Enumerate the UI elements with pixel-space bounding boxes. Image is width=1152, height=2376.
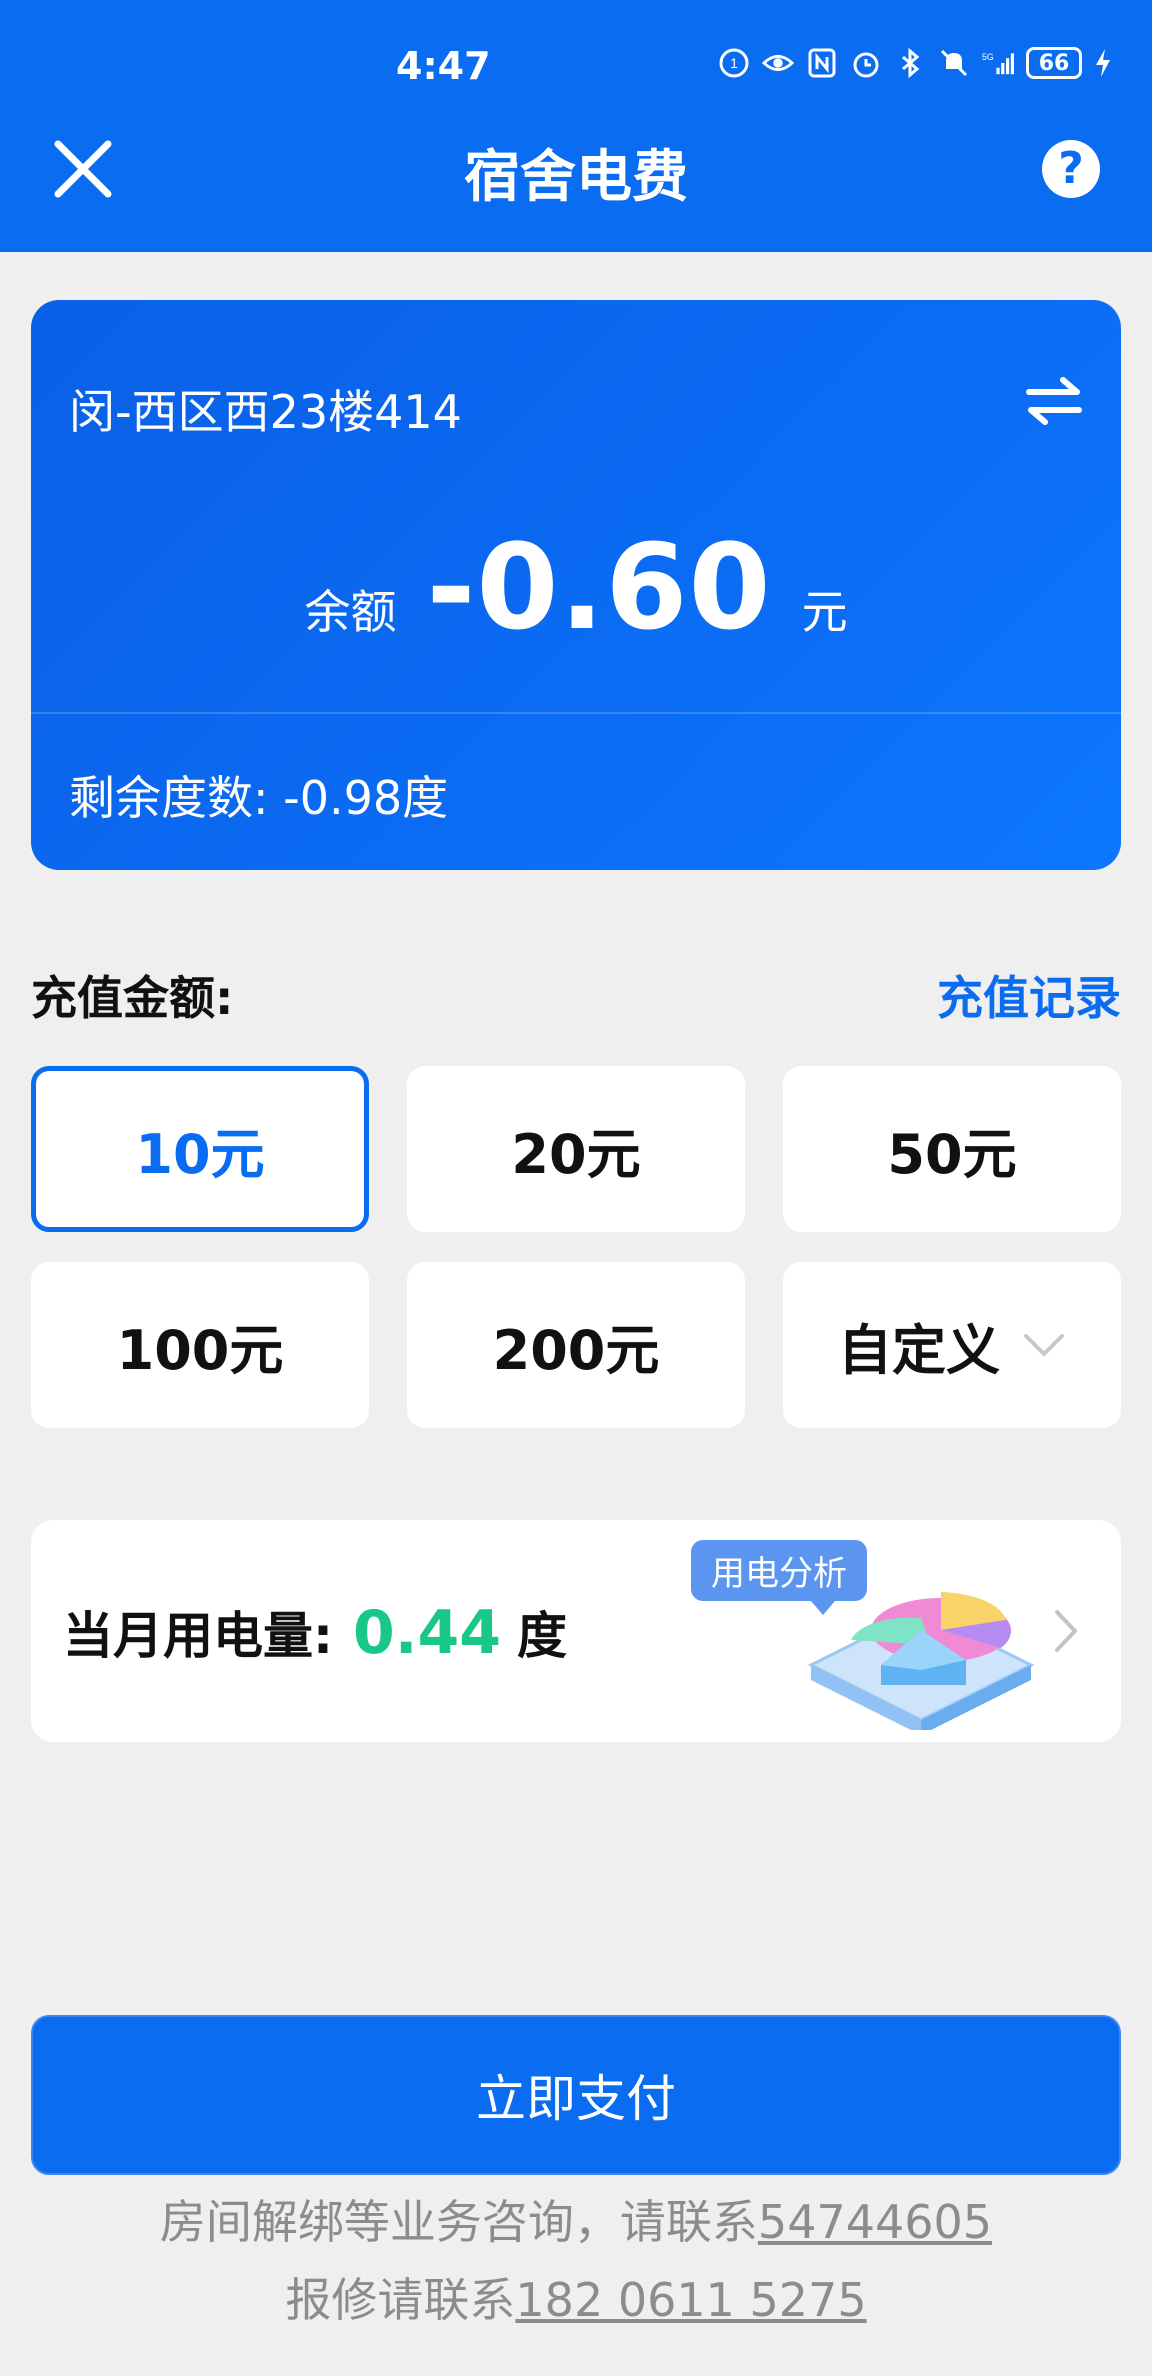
page-title: 宿舍电费 — [464, 145, 688, 210]
amount-option-label: 自定义 — [838, 1318, 1000, 1382]
monthly-usage-card[interactable]: 当月用电量: 0.44 度 用电分析 — [31, 1520, 1121, 1742]
balance-value: -0.60 — [426, 518, 772, 656]
amount-option-label: 50元 — [887, 1122, 1017, 1186]
amount-option-label: 200元 — [492, 1318, 660, 1382]
status-icons: 1 5G 66 — [718, 46, 1112, 80]
amount-option-100[interactable]: 100元 — [31, 1262, 369, 1428]
mute-icon — [940, 49, 968, 77]
amount-option-20[interactable]: 20元 — [407, 1066, 745, 1232]
card-divider — [31, 712, 1121, 714]
amount-option-50[interactable]: 50元 — [783, 1066, 1121, 1232]
remaining-kwh: 剩余度数: -0.98度 — [69, 771, 449, 825]
app-header: 4:47 1 5G 66 宿舍电费 ? — [0, 0, 1152, 252]
battery-indicator: 66 — [1026, 47, 1082, 79]
usage-unit: 度 — [517, 1607, 568, 1665]
usage-label: 当月用电量: — [63, 1607, 333, 1665]
amount-option-label: 20元 — [511, 1122, 641, 1186]
help-icon[interactable]: ? — [1042, 140, 1100, 198]
footer-repair-text: 报修请联系 — [285, 2273, 516, 2327]
nfc-icon — [808, 48, 836, 78]
footer-repair-line: 报修请联系182 0611 5275 — [0, 2264, 1152, 2330]
recharge-amount-label: 充值金额: — [31, 971, 234, 1025]
chevron-down-icon — [1024, 1334, 1064, 1356]
svg-text:5G: 5G — [982, 52, 994, 62]
status-time: 4:47 — [396, 44, 491, 88]
amount-option-10[interactable]: 10元 — [31, 1066, 369, 1232]
switch-room-icon[interactable] — [1023, 372, 1085, 428]
balance-card: 闵-西区西23楼414 余额 -0.60 元 剩余度数: -0.98度 — [31, 300, 1121, 870]
consult-phone-link[interactable]: 54744605 — [758, 2195, 992, 2249]
signal-5g-icon: 5G — [982, 52, 1014, 75]
balance-unit: 元 — [801, 585, 848, 639]
repair-phone-link[interactable]: 182 0611 5275 — [515, 2273, 866, 2327]
usage-value: 0.44 — [353, 1598, 502, 1668]
pie-chart-illustration-icon — [807, 1592, 1035, 1730]
hd-call-icon: 1 — [719, 48, 749, 78]
bluetooth-icon — [902, 47, 920, 79]
eye-icon — [762, 55, 794, 71]
balance-row: 余额 -0.60 元 — [31, 518, 1121, 656]
pay-now-button[interactable]: 立即支付 — [31, 2015, 1121, 2175]
amount-option-200[interactable]: 200元 — [407, 1262, 745, 1428]
monthly-usage-text: 当月用电量: 0.44 度 — [63, 1596, 567, 1668]
footer-consult-text: 房间解绑等业务咨询，请联系 — [159, 2195, 758, 2249]
svg-text:1: 1 — [730, 55, 738, 71]
balance-label: 余额 — [304, 585, 397, 639]
room-name: 闵-西区西23楼414 — [69, 385, 462, 439]
amount-option-label: 10元 — [135, 1122, 265, 1186]
footer-consult-line: 房间解绑等业务咨询，请联系54744605 — [0, 2186, 1152, 2252]
amount-option-custom[interactable]: 自定义 — [783, 1262, 1121, 1428]
recharge-history-link[interactable]: 充值记录 — [937, 962, 1121, 1028]
chevron-right-icon — [1055, 1610, 1077, 1652]
alarm-icon — [853, 52, 879, 78]
charging-icon — [1096, 49, 1110, 77]
amount-option-label: 100元 — [116, 1318, 284, 1382]
